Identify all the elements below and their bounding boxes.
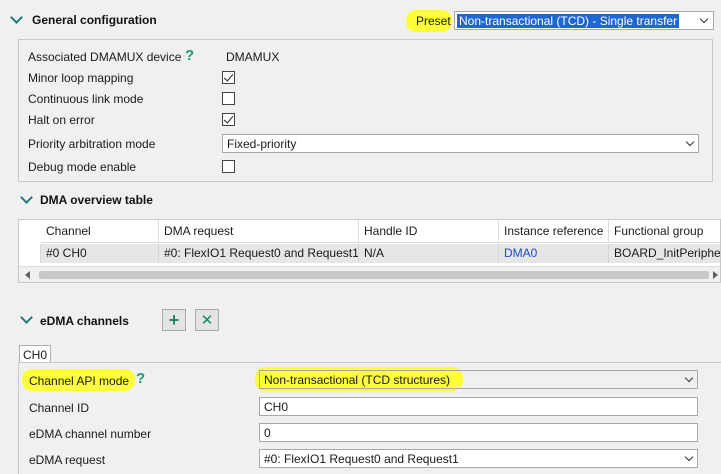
- plus-icon: +: [168, 310, 180, 330]
- table-horizontal-scrollbar[interactable]: [19, 266, 720, 282]
- edma-collapse-chevron-icon[interactable]: [20, 311, 33, 324]
- dmamux-value: DMAMUX: [226, 50, 280, 64]
- edma-request-select[interactable]: #0: FlexIO1 Request0 and Request1: [259, 449, 698, 468]
- overview-table: Channel DMA request Handle ID Instance r…: [18, 219, 721, 283]
- scroll-right-icon[interactable]: [713, 271, 718, 279]
- cell-channel[interactable]: #0 CH0: [41, 244, 159, 263]
- cell-functional-group[interactable]: BOARD_InitPeripherals: [609, 244, 720, 263]
- channel-number-input[interactable]: 0: [259, 423, 698, 442]
- column-header-dma-request[interactable]: DMA request: [159, 220, 359, 243]
- scroll-left-icon[interactable]: [25, 271, 30, 279]
- column-header-functional-group[interactable]: Functional group: [609, 220, 720, 243]
- channel-number-label: eDMA channel number: [29, 427, 152, 441]
- preset-label: Preset: [416, 14, 451, 28]
- preset-select[interactable]: Non-transactional (TCD) - Single transfe…: [454, 11, 714, 30]
- debug-mode-label: Debug mode enable: [28, 160, 137, 174]
- edma-channels-title: eDMA channels: [40, 314, 129, 328]
- column-header-instance-ref[interactable]: Instance reference: [499, 220, 609, 243]
- channel-id-input[interactable]: CH0: [259, 397, 698, 416]
- priority-mode-label: Priority arbitration mode: [28, 137, 156, 151]
- overview-collapse-chevron-icon[interactable]: [20, 191, 33, 204]
- general-collapse-chevron-icon[interactable]: [10, 11, 23, 24]
- minor-loop-checkbox[interactable]: [222, 71, 235, 84]
- api-mode-value: Non-transactional (TCD structures): [264, 373, 451, 387]
- scroll-thumb[interactable]: [39, 271, 709, 279]
- column-header-channel[interactable]: Channel: [41, 220, 159, 243]
- halt-on-error-label: Halt on error: [28, 113, 95, 127]
- preset-selected-value: Non-transactional (TCD) - Single transfe…: [457, 14, 680, 28]
- debug-mode-checkbox[interactable]: [222, 160, 235, 173]
- cell-instance-reference-link[interactable]: DMA0: [499, 244, 609, 263]
- x-icon: ✕: [200, 311, 214, 329]
- minor-loop-label: Minor loop mapping: [28, 71, 134, 85]
- dmamux-help-icon[interactable]: ?: [185, 47, 194, 64]
- tab-ch0[interactable]: CH0: [19, 345, 52, 363]
- add-channel-button[interactable]: +: [162, 309, 186, 331]
- priority-mode-select[interactable]: Fixed-priority: [222, 134, 699, 153]
- remove-channel-button[interactable]: ✕: [195, 309, 219, 331]
- edma-request-dropdown-icon: [684, 452, 694, 462]
- column-header-handle-id[interactable]: Handle ID: [359, 220, 499, 243]
- api-mode-label: Channel API mode: [29, 374, 130, 388]
- halt-on-error-checkbox[interactable]: [222, 113, 235, 126]
- continuous-link-label: Continuous link mode: [28, 92, 144, 106]
- api-mode-select[interactable]: Non-transactional (TCD structures): [259, 370, 698, 389]
- edma-request-value: #0: FlexIO1 Request0 and Request1: [264, 452, 459, 466]
- general-config-title: General configuration: [32, 13, 157, 27]
- api-mode-help-icon[interactable]: ?: [136, 370, 145, 387]
- priority-mode-value: Fixed-priority: [227, 137, 297, 151]
- dmamux-label: Associated DMAMUX device: [28, 50, 182, 64]
- overview-title: DMA overview table: [40, 193, 153, 207]
- channel-id-label: Channel ID: [29, 401, 90, 415]
- continuous-link-checkbox[interactable]: [222, 92, 235, 105]
- table-row-number-cell: [19, 244, 41, 263]
- edma-request-label: eDMA request: [29, 453, 106, 467]
- cell-dma-request[interactable]: #0: FlexIO1 Request0 and Request1: [159, 244, 359, 263]
- preset-dropdown-icon: [699, 14, 709, 24]
- api-mode-dropdown-icon: [684, 373, 694, 383]
- priority-dropdown-icon: [685, 137, 695, 147]
- cell-handle-id[interactable]: N/A: [359, 244, 499, 263]
